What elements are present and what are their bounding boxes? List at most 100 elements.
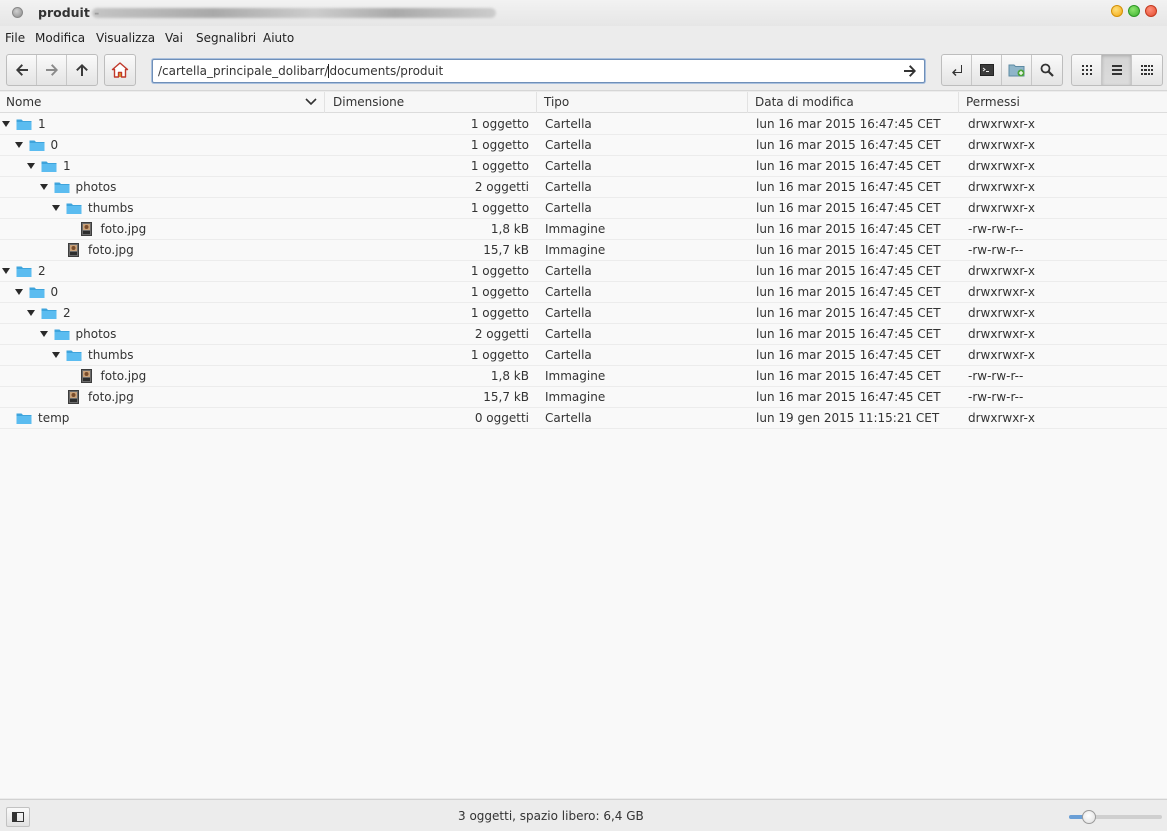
file-row[interactable]: photos 2 oggetti Cartella lun 16 mar 2015 1… xyxy=(0,324,1167,345)
file-row[interactable]: 2 1 oggetto Cartella lun 16 mar 2015 16:47:… xyxy=(0,261,1167,282)
expander-icon[interactable] xyxy=(52,205,60,211)
file-row[interactable]: foto.jpg 1,8 kB Immagine lun 16 mar 2015 16… xyxy=(0,366,1167,387)
close-button[interactable] xyxy=(1145,5,1157,17)
file-name: 1 xyxy=(38,117,46,131)
file-name: photos xyxy=(75,327,117,341)
expander-icon[interactable] xyxy=(52,352,60,358)
location-path[interactable]: /cartella_principale_dolibarr/documents/… xyxy=(158,64,443,78)
file-type: Immagine xyxy=(545,222,606,236)
file-row[interactable]: thumbs 1 oggetto Cartella lun 16 mar 2015 1… xyxy=(0,345,1167,366)
file-size: 15,7 kB xyxy=(483,390,529,404)
file-date: lun 16 mar 2015 16:47:45 CET xyxy=(756,390,941,404)
file-row[interactable]: 1 1 oggetto Cartella lun 16 mar 2015 16:47:… xyxy=(0,156,1167,177)
file-permissions: -rw-rw-r-- xyxy=(968,243,1024,257)
image-file-icon xyxy=(68,243,79,257)
file-size: 1 oggetto xyxy=(470,285,529,299)
menu-vai[interactable]: Vai xyxy=(165,31,183,45)
column-type[interactable]: Tipo xyxy=(537,92,748,113)
status-text: 3 oggetti, spazio libero: 6,4 GB xyxy=(458,809,644,823)
file-size: 1 oggetto xyxy=(470,138,529,152)
file-type: Cartella xyxy=(545,306,592,320)
column-permissions[interactable]: Permessi xyxy=(959,92,1167,113)
zoom-slider-handle[interactable] xyxy=(1082,810,1096,824)
minimize-button[interactable] xyxy=(1111,5,1123,17)
file-type: Cartella xyxy=(545,411,592,425)
folder-icon xyxy=(41,161,57,172)
sort-descending-icon[interactable] xyxy=(305,97,317,107)
file-name: 0 xyxy=(50,138,59,152)
file-type: Cartella xyxy=(545,117,592,131)
column-date-label: Data di modifica xyxy=(755,95,854,109)
file-date: lun 16 mar 2015 16:47:45 CET xyxy=(756,306,941,320)
terminal-return-icon xyxy=(951,65,962,76)
back-button[interactable] xyxy=(7,55,37,85)
list-view-button[interactable] xyxy=(1102,55,1132,85)
go-arrow-icon[interactable] xyxy=(902,63,918,79)
file-row[interactable]: foto.jpg 1,8 kB Immagine lun 16 mar 2015 16… xyxy=(0,219,1167,240)
file-type: Cartella xyxy=(545,159,592,173)
file-type: Cartella xyxy=(545,348,592,362)
expander-icon[interactable] xyxy=(39,331,48,337)
file-date: lun 16 mar 2015 16:47:45 CET xyxy=(756,117,941,131)
column-name[interactable]: Nome xyxy=(0,92,325,113)
file-row[interactable]: photos 2 oggetti Cartella lun 16 mar 2015 1… xyxy=(0,177,1167,198)
file-type: Immagine xyxy=(545,243,606,257)
compact-view-button[interactable] xyxy=(1132,55,1162,85)
menu-modifica[interactable]: Modifica xyxy=(35,31,85,45)
file-name: 2 xyxy=(63,306,71,320)
menu-visualizza[interactable]: Visualizza xyxy=(96,31,155,45)
file-date: lun 16 mar 2015 16:47:45 CET xyxy=(756,348,941,362)
maximize-button[interactable] xyxy=(1128,5,1140,17)
folder-icon xyxy=(29,140,44,151)
terminal-icon xyxy=(979,64,994,76)
up-button[interactable] xyxy=(67,55,97,85)
new-folder-button[interactable] xyxy=(1002,55,1032,85)
file-type: Immagine xyxy=(545,390,606,404)
window-menu-icon[interactable] xyxy=(12,7,23,18)
expander-icon[interactable] xyxy=(27,163,35,169)
file-rows: 1 1 oggetto Cartella lun 16 mar 2015 16:47:… xyxy=(0,114,1167,429)
file-name: foto.jpg xyxy=(100,222,147,236)
file-row[interactable]: 1 1 oggetto Cartella lun 16 mar 2015 16:47:… xyxy=(0,114,1167,135)
open-terminal-return-button[interactable] xyxy=(942,55,972,85)
expander-icon[interactable] xyxy=(2,121,10,127)
menu-segnalibri[interactable]: Segnalibri xyxy=(196,31,256,45)
file-row[interactable]: foto.jpg 15,7 kB Immagine lun 16 mar 2015 1… xyxy=(0,387,1167,408)
icon-view-button[interactable] xyxy=(1072,55,1102,85)
search-icon xyxy=(1040,63,1054,77)
sidebar-toggle-button[interactable] xyxy=(6,807,30,827)
location-bar[interactable]: /cartella_principale_dolibarr/documents/… xyxy=(152,59,925,83)
folder-icon xyxy=(54,329,69,340)
expander-icon[interactable] xyxy=(27,310,35,316)
file-name: foto.jpg xyxy=(88,390,134,404)
up-icon xyxy=(76,64,88,76)
tools-group xyxy=(941,54,1063,86)
home-button[interactable] xyxy=(105,55,135,85)
file-row[interactable]: 0 1 oggetto Cartella lun 16 mar 2015 16:47:… xyxy=(0,282,1167,303)
folder-icon xyxy=(54,182,69,193)
file-permissions: drwxrwxr-x xyxy=(968,138,1035,152)
file-row[interactable]: 0 1 oggetto Cartella lun 16 mar 2015 16:47:… xyxy=(0,135,1167,156)
expander-icon[interactable] xyxy=(2,268,10,274)
column-date[interactable]: Data di modifica xyxy=(748,92,959,113)
menu-file[interactable]: File xyxy=(5,31,25,45)
file-row[interactable]: 2 1 oggetto Cartella lun 16 mar 2015 16:47:… xyxy=(0,303,1167,324)
file-permissions: drwxrwxr-x xyxy=(968,285,1035,299)
file-name: foto.jpg xyxy=(88,243,134,257)
column-size[interactable]: Dimensione xyxy=(326,92,537,113)
icon-view-icon xyxy=(1081,65,1092,75)
file-row[interactable]: foto.jpg 15,7 kB Immagine lun 16 mar 2015 1… xyxy=(0,240,1167,261)
expander-icon[interactable] xyxy=(14,142,23,148)
file-date: lun 16 mar 2015 16:47:45 CET xyxy=(756,201,941,215)
file-row[interactable]: thumbs 1 oggetto Cartella lun 16 mar 2015 1… xyxy=(0,198,1167,219)
file-date: lun 16 mar 2015 16:47:45 CET xyxy=(756,369,941,383)
home-group xyxy=(104,54,136,86)
terminal-button[interactable] xyxy=(972,55,1002,85)
file-date: lun 16 mar 2015 16:47:45 CET xyxy=(756,285,941,299)
search-button[interactable] xyxy=(1032,55,1062,85)
expander-icon[interactable] xyxy=(39,184,48,190)
menu-aiuto[interactable]: Aiuto xyxy=(263,31,294,45)
forward-button[interactable] xyxy=(37,55,67,85)
expander-icon[interactable] xyxy=(14,289,23,295)
file-row[interactable]: temp 0 oggetti Cartella lun 19 gen 2015 11:… xyxy=(0,408,1167,429)
